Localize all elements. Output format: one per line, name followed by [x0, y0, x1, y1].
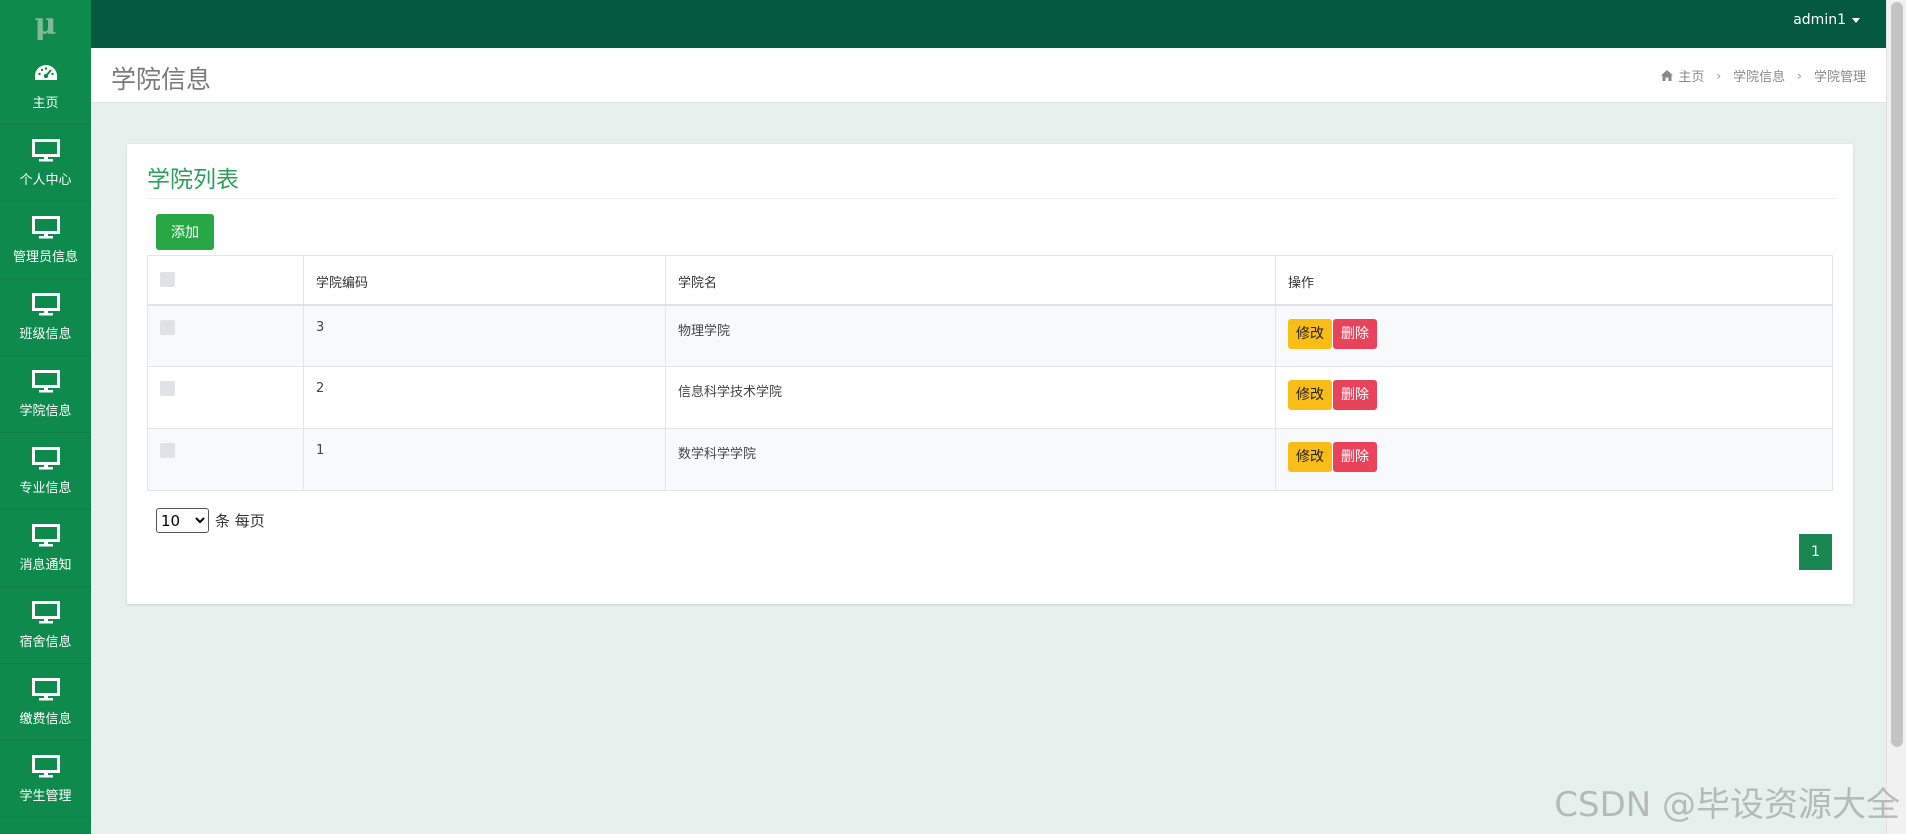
monitor-icon — [31, 677, 60, 700]
sidebar: μ 主页 个人中心 管理员信息 班级信息 学院信息 专业信息 消息通知 宿舍信息… — [0, 0, 91, 834]
divider — [147, 198, 1837, 199]
monitor-icon — [31, 292, 60, 315]
sidebar-item-label: 缴费信息 — [19, 711, 72, 727]
table-row: 3 物理学院 修改 删除 — [147, 304, 1833, 367]
table-header-row: 学院编码 学院名 操作 — [147, 255, 1833, 306]
select-all-checkbox[interactable] — [160, 272, 175, 287]
column-header-select — [147, 255, 304, 306]
page-size-label: 条 每页 — [215, 512, 265, 530]
actions-cell: 修改 删除 — [1275, 366, 1833, 429]
username: admin1 — [1793, 12, 1846, 28]
college-name-cell: 信息科学技术学院 — [665, 366, 1276, 429]
row-checkbox[interactable] — [160, 319, 175, 335]
row-checkbox[interactable] — [160, 381, 175, 396]
column-header-name[interactable]: 学院名 — [665, 255, 1276, 306]
actions-cell: 修改 删除 — [1275, 304, 1833, 367]
edit-button[interactable]: 修改 — [1288, 442, 1332, 472]
table-row: 1 数学科学学院 修改 删除 — [147, 428, 1833, 491]
sidebar-item-payment-info[interactable]: 缴费信息 — [0, 664, 91, 741]
college-name-cell: 物理学院 — [665, 304, 1276, 367]
panel-title: 学院列表 — [147, 167, 239, 193]
sidebar-item-label: 管理员信息 — [12, 249, 78, 265]
sidebar-item-college-info[interactable]: 学院信息 — [0, 356, 91, 433]
column-header-code[interactable]: 学院编码 — [303, 255, 666, 306]
sidebar-item-class-info[interactable]: 班级信息 — [0, 279, 91, 356]
sidebar-item-label: 专业信息 — [19, 480, 72, 496]
college-code-cell: 3 — [303, 304, 666, 367]
vertical-scrollbar[interactable] — [1886, 0, 1906, 834]
monitor-icon — [31, 600, 60, 623]
user-menu[interactable]: admin1 — [1793, 0, 1860, 40]
sidebar-item-label: 消息通知 — [19, 557, 72, 573]
sidebar-item-label: 学生管理 — [19, 788, 72, 804]
sidebar-item-label: 班级信息 — [19, 326, 72, 342]
sidebar-item-label: 宿舍信息 — [19, 634, 72, 650]
sidebar-item-label: 个人中心 — [19, 172, 72, 188]
page-header: 学院信息 主页 › 学院信息 › 学院管理 — [91, 48, 1886, 103]
page-size-select[interactable]: 10 — [156, 508, 209, 533]
sidebar-item-label: 主页 — [32, 95, 59, 111]
row-checkbox[interactable] — [160, 443, 175, 458]
sidebar-item-major-info[interactable]: 专业信息 — [0, 433, 91, 510]
sidebar-item-label: 学院信息 — [19, 403, 72, 419]
caret-down-icon — [1852, 17, 1860, 23]
sidebar-item-student-management[interactable]: 学生管理 — [0, 741, 91, 818]
monitor-icon — [31, 523, 60, 546]
page-title: 学院信息 — [111, 65, 212, 94]
sidebar-item-home[interactable]: 主页 — [0, 48, 91, 125]
dashboard-icon — [34, 64, 57, 80]
row-select-cell — [147, 366, 304, 429]
sidebar-item-dorm-info[interactable]: 宿舍信息 — [0, 587, 91, 664]
page-size-control: 10 条 每页 — [156, 508, 265, 533]
scrollbar-thumb[interactable] — [1891, 2, 1903, 747]
college-list-panel: 学院列表 添加 学院编码 学院名 操作 3 物理学院 修改 删除 2 信息科学技… — [127, 144, 1853, 604]
college-code-cell: 2 — [303, 366, 666, 429]
table-row: 2 信息科学技术学院 修改 删除 — [147, 366, 1833, 429]
row-select-cell — [147, 304, 304, 367]
monitor-icon — [31, 215, 60, 238]
delete-button[interactable]: 删除 — [1333, 318, 1377, 349]
college-table: 学院编码 学院名 操作 3 物理学院 修改 删除 2 信息科学技术学院 修改 删除 — [147, 255, 1833, 491]
monitor-icon — [31, 754, 60, 777]
column-header-actions: 操作 — [1275, 255, 1833, 306]
delete-button[interactable]: 删除 — [1333, 442, 1377, 472]
monitor-icon — [31, 369, 60, 392]
pagination-page-button[interactable]: 1 — [1799, 534, 1832, 570]
edit-button[interactable]: 修改 — [1288, 380, 1332, 410]
delete-button[interactable]: 删除 — [1333, 380, 1377, 410]
monitor-icon — [31, 138, 60, 161]
breadcrumb: 主页 › 学院信息 › 学院管理 — [1661, 66, 1866, 85]
breadcrumb-college-management: 学院管理 — [1813, 70, 1866, 85]
chevron-right-icon: › — [1716, 68, 1722, 83]
college-code-cell: 1 — [303, 428, 666, 491]
breadcrumb-label: 主页 — [1678, 70, 1705, 85]
row-select-cell — [147, 428, 304, 491]
chevron-right-icon: › — [1797, 68, 1802, 83]
add-button[interactable]: 添加 — [156, 214, 214, 250]
top-navbar: admin1 — [91, 0, 1886, 48]
sidebar-item-notifications[interactable]: 消息通知 — [0, 510, 91, 587]
sidebar-item-admin-info[interactable]: 管理员信息 — [0, 202, 91, 279]
monitor-icon — [31, 446, 60, 469]
home-icon — [1661, 70, 1674, 81]
breadcrumb-college-info[interactable]: 学院信息 — [1733, 66, 1785, 85]
watermark: CSDN @毕设资源大全 — [1554, 785, 1900, 825]
app-logo[interactable]: μ — [0, 0, 91, 48]
sidebar-item-personal-center[interactable]: 个人中心 — [0, 125, 91, 202]
actions-cell: 修改 删除 — [1275, 428, 1833, 491]
edit-button[interactable]: 修改 — [1288, 318, 1332, 349]
college-name-cell: 数学科学学院 — [665, 428, 1276, 491]
breadcrumb-home[interactable]: 主页 — [1661, 66, 1704, 85]
